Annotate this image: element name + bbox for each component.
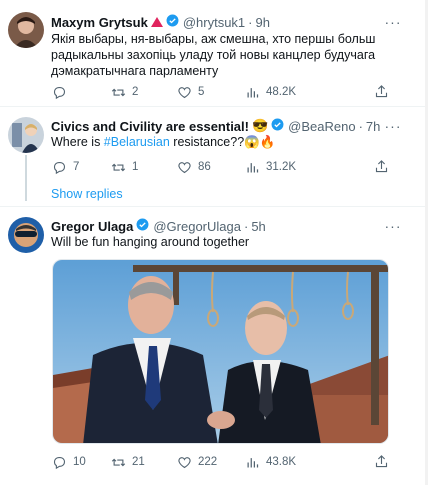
reply-button[interactable]: 10 bbox=[52, 453, 86, 471]
handle[interactable]: @BeaReno bbox=[288, 119, 355, 134]
reply-button[interactable]: 7 bbox=[52, 158, 79, 176]
retweet-button[interactable]: 1 bbox=[111, 158, 138, 176]
views-icon bbox=[247, 457, 259, 467]
tweet-text: Will be fun hanging around together bbox=[51, 235, 250, 249]
views-icon bbox=[247, 162, 259, 172]
share-icon[interactable] bbox=[374, 454, 389, 472]
retweet-icon bbox=[111, 88, 126, 96]
separator-dot: · bbox=[358, 118, 363, 134]
sunglasses-emoji: 😎 bbox=[251, 118, 269, 133]
handle[interactable]: @GregorUlaga bbox=[153, 219, 241, 234]
tweet-text-suffix: resistance?? bbox=[169, 135, 245, 149]
retweet-button[interactable]: 21 bbox=[111, 453, 145, 471]
reply-count: 10 bbox=[73, 456, 86, 468]
share-icon[interactable] bbox=[374, 159, 389, 177]
tweet-emoji: 😱🔥 bbox=[244, 135, 276, 149]
display-name[interactable]: Gregor Ulaga bbox=[51, 219, 133, 234]
avatar[interactable] bbox=[8, 217, 44, 253]
hashtag-link[interactable]: #Belarusian bbox=[104, 135, 170, 149]
views-count: 31.2K bbox=[266, 161, 297, 173]
tweet-text: Where is #Belarusian resistance??😱🔥 bbox=[51, 134, 275, 150]
separator-dot: · bbox=[248, 14, 253, 30]
like-button[interactable]: 86 bbox=[177, 158, 211, 176]
action-bar: 10 21 222 43.8K bbox=[0, 453, 428, 471]
verified-icon bbox=[136, 218, 149, 234]
views-button[interactable]: 31.2K bbox=[245, 158, 296, 176]
views-count: 43.8K bbox=[266, 456, 297, 468]
handle[interactable]: @hrytsuk1 bbox=[183, 15, 245, 30]
like-count: 5 bbox=[198, 86, 205, 98]
action-bar: 7 1 86 31.2K bbox=[0, 158, 428, 176]
like-icon bbox=[178, 86, 191, 98]
retweet-icon bbox=[111, 458, 126, 466]
tweet-text: Якія выбары, ня-выбары, аж смешна, хто п… bbox=[51, 31, 375, 79]
avatar[interactable] bbox=[8, 12, 44, 48]
timestamp[interactable]: 5h bbox=[251, 219, 265, 234]
verified-icon bbox=[271, 118, 284, 134]
tweet-photo[interactable] bbox=[52, 259, 389, 444]
verified-icon bbox=[166, 14, 179, 30]
views-count: 48.2K bbox=[266, 86, 297, 98]
photo-image bbox=[53, 260, 388, 443]
like-button[interactable]: 222 bbox=[177, 453, 217, 471]
tweet-text-line: Якія выбары, ня-выбары, аж смешна, хто п… bbox=[51, 32, 376, 46]
like-count: 86 bbox=[198, 161, 211, 173]
views-icon bbox=[247, 87, 259, 97]
views-button[interactable]: 43.8K bbox=[245, 453, 296, 471]
timestamp[interactable]: 9h bbox=[256, 15, 270, 30]
reply-icon bbox=[53, 86, 66, 99]
show-replies-link[interactable]: Show replies bbox=[51, 187, 123, 201]
reply-button[interactable] bbox=[52, 83, 73, 101]
retweet-count: 21 bbox=[132, 456, 145, 468]
separator-dot: · bbox=[243, 218, 249, 234]
display-name[interactable]: Maxym Grytsuk bbox=[51, 15, 148, 30]
reply-icon bbox=[53, 456, 66, 469]
reply-icon bbox=[53, 161, 66, 174]
share-icon[interactable] bbox=[374, 84, 389, 102]
retweet-button[interactable]: 2 bbox=[111, 83, 138, 101]
retweet-count: 2 bbox=[132, 86, 139, 98]
more-icon[interactable]: ··· bbox=[384, 13, 402, 31]
retweet-count: 1 bbox=[132, 161, 139, 173]
action-bar: 2 5 48.2K bbox=[0, 83, 428, 101]
retweet-icon bbox=[111, 163, 126, 171]
display-name[interactable]: Civics and Civility are essential! bbox=[51, 119, 249, 134]
reply-count: 7 bbox=[73, 161, 80, 173]
ukraine-flag-icon bbox=[150, 15, 163, 30]
tweet-text-line: дэмакратычнага парламенту bbox=[51, 64, 219, 78]
more-icon[interactable]: ··· bbox=[384, 117, 402, 135]
tweet-1[interactable]: Maxym Grytsuk @hrytsuk1 · 9h ··· Якія вы… bbox=[0, 0, 428, 106]
tweet-text-line: радыкальны захопіць уладу той новы канцл… bbox=[51, 48, 376, 62]
like-button[interactable]: 5 bbox=[177, 83, 204, 101]
like-count: 222 bbox=[198, 456, 218, 468]
views-button[interactable]: 48.2K bbox=[245, 83, 296, 101]
timestamp[interactable]: 7h bbox=[366, 119, 380, 134]
tweet-text-prefix: Where is bbox=[51, 135, 104, 149]
like-icon bbox=[178, 161, 191, 173]
more-icon[interactable]: ··· bbox=[384, 217, 402, 235]
avatar[interactable] bbox=[8, 117, 44, 153]
like-icon bbox=[178, 456, 191, 468]
